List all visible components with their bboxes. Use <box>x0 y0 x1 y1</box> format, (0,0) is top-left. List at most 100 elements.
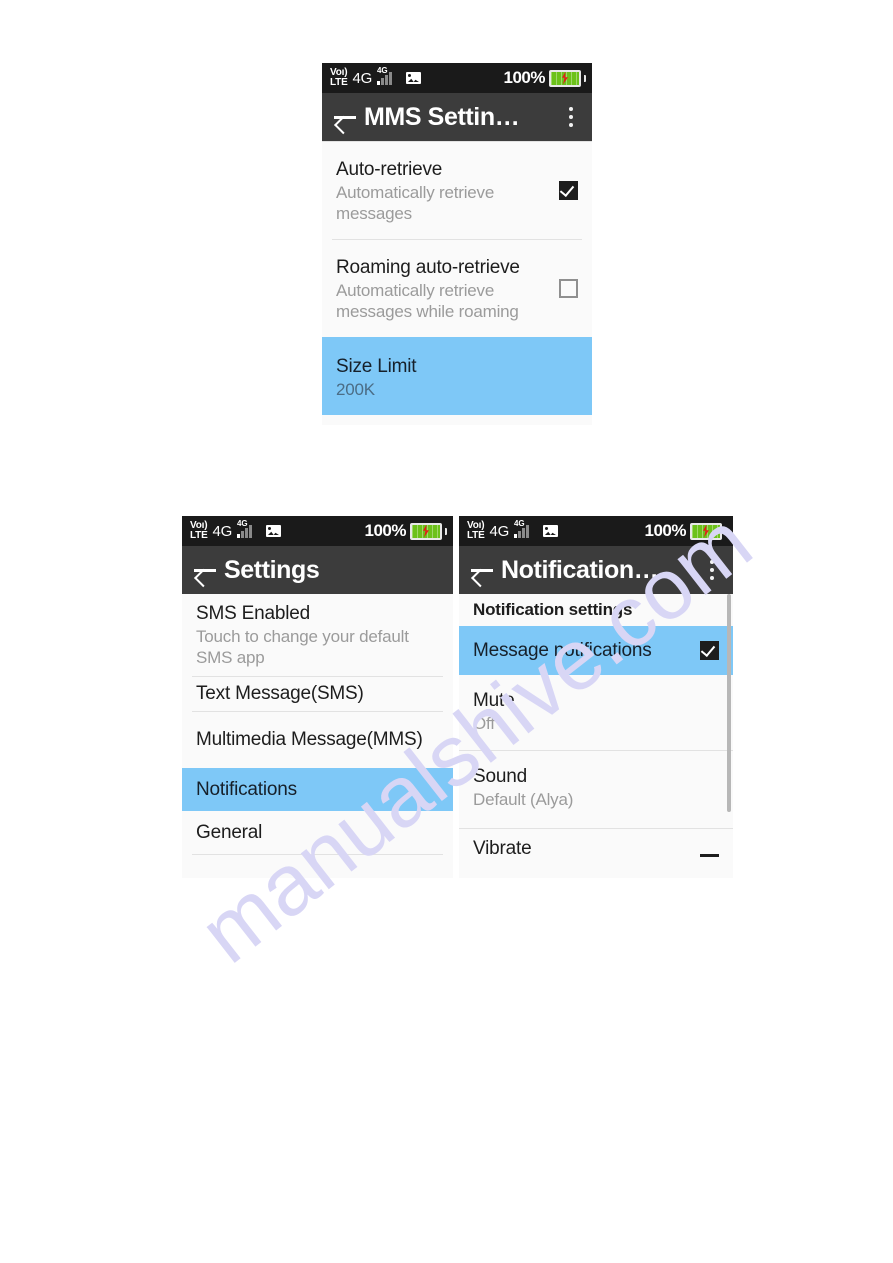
status-bar: Voı) LTE 4G 4G 100% <box>182 516 453 546</box>
list-item-subtitle: Default (Alya) <box>473 790 574 809</box>
vertical-scrollbar[interactable] <box>727 594 731 812</box>
volte-icon: Voı) LTE <box>190 521 208 541</box>
app-bar: MMS Settin… <box>322 93 592 141</box>
status-bar-right: 100% <box>645 521 727 541</box>
list-item-message-notifications[interactable]: Message notifications <box>459 626 733 675</box>
list-item-auto-retrieve[interactable]: Auto-retrieve Automatically retrieve mes… <box>322 142 592 239</box>
section-header-notification-settings: Notification settings <box>459 594 733 626</box>
list-item-general[interactable]: General <box>182 811 453 854</box>
signal-bars-glyph <box>236 525 254 538</box>
list-item-subtitle: 200K <box>336 380 375 399</box>
status-bar-right: 100% <box>504 68 586 88</box>
signal-bars-icon: 4G <box>376 67 395 88</box>
page-title: Notification… <box>501 555 659 584</box>
list-item-subtitle: Automatically retrieve messages <box>336 182 495 223</box>
picture-icon <box>405 72 421 84</box>
battery-icon <box>690 522 722 540</box>
volte-label-line2: LTE <box>330 77 348 88</box>
list-item-text: SMS Enabled Touch to change your default… <box>196 602 439 668</box>
list-item-text: Size Limit 200K <box>336 355 578 400</box>
list-item-vibrate[interactable]: Vibrate <box>459 829 733 869</box>
list-item-subtitle: Automatically retrieve messages while ro… <box>336 280 519 321</box>
back-arrow-icon[interactable] <box>332 104 358 130</box>
message-notifications-checkbox[interactable] <box>700 641 719 660</box>
battery-percent-label: 100% <box>364 521 407 540</box>
battery-tip <box>584 74 586 82</box>
status-bar: Voı) LTE 4G 4G 100% <box>322 63 592 93</box>
list-item-text: Sound Default (Alya) <box>473 765 719 810</box>
settings-list: SMS Enabled Touch to change your default… <box>182 594 453 855</box>
list-item-title: Notifications <box>196 778 297 800</box>
section-header-label: Notification settings <box>473 600 633 619</box>
list-item-roaming-auto-retrieve[interactable]: Roaming auto-retrieve Automatically retr… <box>322 240 592 337</box>
screenshot-settings: Voı) LTE 4G 4G 100% Settings SMS Enabled… <box>182 516 453 878</box>
list-item-title: General <box>196 821 263 843</box>
signal-bars-glyph <box>513 525 531 538</box>
list-item-sound[interactable]: Sound Default (Alya) <box>459 751 733 828</box>
vibrate-checkbox[interactable] <box>700 854 719 873</box>
roaming-auto-retrieve-checkbox[interactable] <box>559 279 578 298</box>
list-item-title: Roaming auto-retrieve <box>336 256 520 278</box>
list-item-text: Text Message(SMS) <box>196 682 439 706</box>
battery-tip <box>725 527 727 535</box>
list-item-text: Vibrate <box>473 837 688 861</box>
list-item-text: Message notifications <box>473 639 688 663</box>
signal-bars-glyph <box>376 72 394 85</box>
screenshot-mms-settings: Voı) LTE 4G 4G 100% MMS Settin… Auto-ret… <box>322 63 592 425</box>
battery-percent-label: 100% <box>644 521 687 540</box>
signal-bars-icon: 4G <box>236 520 255 541</box>
status-bar-left: Voı) LTE 4G 4G <box>467 520 558 541</box>
list-item-title: Auto-retrieve <box>336 158 443 180</box>
list-item-text: Notifications <box>196 778 439 802</box>
list-item-text-message-sms[interactable]: Text Message(SMS) <box>182 677 453 711</box>
list-item-subtitle: Off <box>473 714 495 733</box>
volte-icon: Voı) LTE <box>467 521 485 541</box>
picture-icon <box>265 525 281 537</box>
network-type-label: 4G <box>212 522 233 540</box>
overflow-menu-icon[interactable] <box>560 104 582 130</box>
status-bar-left: Voı) LTE 4G 4G <box>190 520 281 541</box>
list-item-title: Mute <box>473 690 515 711</box>
list-item-title: Sound <box>473 766 527 787</box>
list-item-title: Vibrate <box>473 838 532 859</box>
list-item-size-limit[interactable]: Size Limit 200K <box>322 337 592 415</box>
battery-tip <box>445 527 447 535</box>
network-type-label: 4G <box>352 69 373 87</box>
overflow-menu-icon[interactable] <box>701 557 723 583</box>
list-item-mute[interactable]: Mute Off <box>459 675 733 750</box>
volte-label-line2: LTE <box>190 530 208 541</box>
list-item-title: Text Message(SMS) <box>196 683 364 704</box>
status-bar-left: Voı) LTE 4G 4G <box>330 67 421 88</box>
list-item-title: Size Limit <box>336 356 417 377</box>
list-item-title: SMS Enabled <box>196 603 310 624</box>
list-item-text: Auto-retrieve Automatically retrieve mes… <box>336 158 547 224</box>
status-bar: Voı) LTE 4G 4G 100% <box>459 516 733 546</box>
settings-list: Notification settings Message notificati… <box>459 594 733 869</box>
signal-bars-icon: 4G <box>513 520 532 541</box>
list-item-title: Multimedia Message(MMS) <box>196 729 423 750</box>
list-item-notifications[interactable]: Notifications <box>182 768 453 811</box>
back-arrow-icon[interactable] <box>192 557 218 583</box>
list-divider <box>192 854 443 855</box>
network-type-label: 4G <box>489 522 510 540</box>
page-title: MMS Settin… <box>364 102 520 131</box>
list-item-text: General <box>196 821 439 845</box>
list-item-sms-enabled[interactable]: SMS Enabled Touch to change your default… <box>182 594 453 676</box>
battery-icon <box>549 69 581 87</box>
app-bar: Settings <box>182 546 453 594</box>
list-item-multimedia-message-mms[interactable]: Multimedia Message(MMS) <box>182 712 453 768</box>
picture-icon <box>542 525 558 537</box>
page-title: Settings <box>224 555 320 584</box>
list-item-text: Roaming auto-retrieve Automatically retr… <box>336 256 547 322</box>
volte-label-line2: LTE <box>467 530 485 541</box>
battery-percent-label: 100% <box>503 68 546 87</box>
list-item-title: Message notifications <box>473 639 652 661</box>
volte-icon: Voı) LTE <box>330 68 348 88</box>
app-bar: Notification… <box>459 546 733 594</box>
auto-retrieve-checkbox[interactable] <box>559 181 578 200</box>
status-bar-right: 100% <box>365 521 447 541</box>
screenshot-notification-settings: Voı) LTE 4G 4G 100% Notification… Notifi… <box>459 516 733 878</box>
list-item-text: Mute Off <box>473 689 719 734</box>
back-arrow-icon[interactable] <box>469 557 495 583</box>
settings-list: Auto-retrieve Automatically retrieve mes… <box>322 141 592 415</box>
